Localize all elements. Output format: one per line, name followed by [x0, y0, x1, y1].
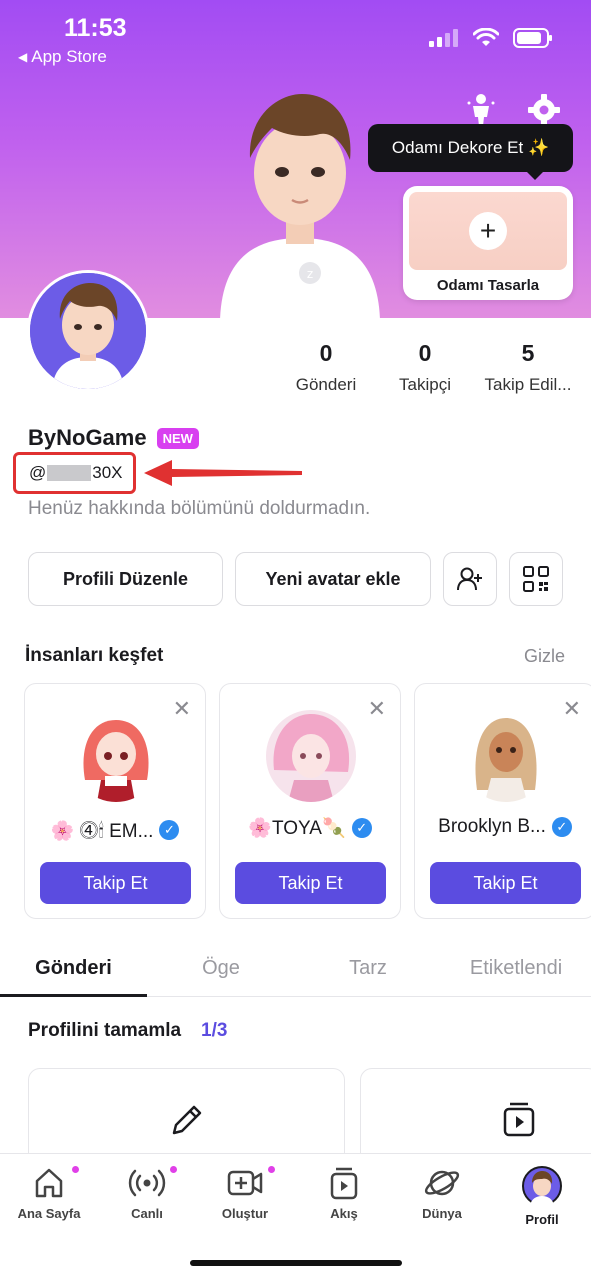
tab-items[interactable]: Öge	[147, 945, 295, 996]
room-preview: +	[409, 192, 567, 270]
username: ByNoGame	[28, 425, 147, 450]
main-avatar-figure[interactable]: z	[210, 88, 390, 318]
profile-actions: Profili Düzenle Yeni avatar ekle	[28, 552, 563, 606]
pencil-icon	[172, 1105, 202, 1135]
home-indicator	[190, 1260, 402, 1266]
create-icon	[227, 1170, 263, 1196]
stat-posts-value: 0	[319, 340, 333, 366]
handle-redacted	[47, 465, 92, 481]
suggested-user-name: 🌸 ⓸🕯 EM...	[50, 821, 154, 842]
nav-create-label: Oluştur	[221, 1206, 269, 1221]
suggested-user-name-row: 🌸TOYA🍡 ✓	[220, 816, 400, 840]
back-label: App Store	[31, 47, 107, 66]
user-handle-highlight[interactable]: @ 30X	[13, 452, 136, 494]
new-avatar-button[interactable]: Yeni avatar ekle	[235, 552, 431, 606]
design-room-label: Odamı Tasarla	[436, 277, 540, 294]
battery-icon	[513, 28, 552, 48]
suggested-user-name: Brooklyn B...	[438, 816, 546, 837]
discover-people-title: İnsanları keşfet	[25, 645, 164, 666]
nav-feed-label: Akış	[330, 1206, 358, 1221]
tab-style[interactable]: Tarz	[295, 945, 441, 996]
close-icon[interactable]: ✕	[173, 698, 191, 720]
new-badge: NEW	[156, 427, 199, 449]
discover-cards: ✕ 🌸 ⓸🕯 EM... ✓ Takip Et ✕ 🌸TOYA🍡 ✓ Takip…	[24, 683, 591, 919]
close-icon[interactable]: ✕	[563, 698, 581, 720]
svg-text:z: z	[307, 267, 313, 281]
tab-posts[interactable]: Gönderi	[0, 945, 147, 997]
video-feed-icon	[503, 1102, 535, 1137]
nav-home-label: Ana Sayfa	[17, 1206, 81, 1221]
profile-avatar[interactable]	[27, 270, 149, 392]
avatar-pose-icon[interactable]	[463, 92, 499, 128]
nav-world[interactable]: Dünya	[397, 1166, 487, 1221]
suggested-user-card[interactable]: ✕ Brooklyn B... ✓ Takip Et	[414, 683, 591, 919]
qr-code-icon	[523, 566, 549, 592]
profile-tabs: Gönderi Öge Tarz Etiketlendi	[0, 945, 591, 997]
suggested-user-name: 🌸TOYA🍡	[248, 818, 346, 839]
verified-check-icon: ✓	[159, 819, 180, 840]
stat-followers-value: 0	[418, 340, 432, 366]
nav-create[interactable]: Oluştur	[200, 1166, 290, 1221]
feed-icon	[330, 1167, 358, 1200]
suggested-user-name-row: 🌸 ⓸🕯 EM... ✓	[25, 816, 205, 843]
notification-dot	[170, 1166, 177, 1173]
live-icon	[128, 1169, 166, 1197]
nav-live[interactable]: Canlı	[102, 1166, 192, 1221]
suggested-user-avatar	[266, 710, 356, 802]
back-triangle-icon: ◀	[18, 50, 28, 64]
suggested-user-name-row: Brooklyn B... ✓	[415, 816, 591, 838]
stat-followers[interactable]: 0 Takipçi	[372, 340, 478, 395]
hide-discover-link[interactable]: Gizle	[524, 646, 565, 667]
tab-tagged[interactable]: Etiketlendi	[441, 945, 591, 996]
complete-profile-title: Profilini tamamla	[28, 1020, 182, 1041]
design-room-card[interactable]: + Odamı Tasarla	[403, 186, 573, 300]
wifi-icon	[473, 28, 499, 46]
settings-gear-icon[interactable]	[526, 92, 562, 128]
verified-check-icon: ✓	[551, 817, 572, 837]
status-time: 11:53	[64, 14, 127, 42]
edit-profile-button[interactable]: Profili Düzenle	[28, 552, 223, 606]
complete-profile-count: 1/3	[201, 1020, 228, 1041]
suggested-user-card[interactable]: ✕ 🌸 ⓸🕯 EM... ✓ Takip Et	[24, 683, 206, 919]
suggested-user-avatar	[71, 710, 161, 802]
notification-dot	[268, 1166, 275, 1173]
plus-icon: +	[469, 212, 507, 250]
stat-following-label: Takip Edil...	[484, 375, 572, 394]
bio-text: Henüz hakkında bölümünü doldurmadın.	[28, 498, 371, 519]
stat-followers-label: Takipçi	[399, 375, 451, 394]
status-icons	[429, 28, 553, 48]
annotation-arrow-icon	[144, 460, 302, 486]
stat-following-value: 5	[521, 340, 535, 366]
add-person-icon	[457, 567, 482, 591]
add-friend-button[interactable]	[443, 552, 497, 606]
world-planet-icon	[424, 1170, 460, 1196]
username-row: ByNoGame NEW	[28, 425, 199, 451]
profile-stats: 0 Gönderi 0 Takipçi 5 Takip Edil...	[280, 340, 580, 395]
suggested-user-avatar	[461, 710, 551, 802]
profile-avatar-icon	[522, 1166, 562, 1206]
nav-live-label: Canlı	[131, 1206, 163, 1221]
nav-feed[interactable]: Akış	[299, 1166, 389, 1221]
signal-icon	[429, 29, 458, 47]
qr-code-button[interactable]	[509, 552, 563, 606]
follow-button[interactable]: Takip Et	[235, 862, 386, 904]
close-icon[interactable]: ✕	[368, 698, 386, 720]
verified-check-icon: ✓	[351, 818, 372, 838]
stat-posts-label: Gönderi	[295, 375, 357, 394]
nav-profile[interactable]: Profil	[497, 1166, 587, 1227]
stat-posts[interactable]: 0 Gönderi	[280, 340, 372, 395]
stat-following[interactable]: 5 Takip Edil...	[478, 340, 578, 395]
back-to-app-store[interactable]: ◀ App Store	[18, 47, 107, 67]
follow-button[interactable]: Takip Et	[40, 862, 191, 904]
nav-home[interactable]: Ana Sayfa	[4, 1166, 94, 1221]
handle-suffix: 30X	[92, 463, 123, 482]
nav-profile-label: Profil	[525, 1212, 559, 1227]
nav-world-label: Dünya	[422, 1206, 462, 1221]
decorate-room-tooltip[interactable]: Odamı Dekore Et ✨	[368, 124, 573, 180]
handle-prefix: @	[29, 463, 47, 482]
suggested-user-card[interactable]: ✕ 🌸TOYA🍡 ✓ Takip Et	[219, 683, 401, 919]
follow-button[interactable]: Takip Et	[430, 862, 581, 904]
notification-dot	[72, 1166, 79, 1173]
home-icon	[35, 1168, 63, 1198]
